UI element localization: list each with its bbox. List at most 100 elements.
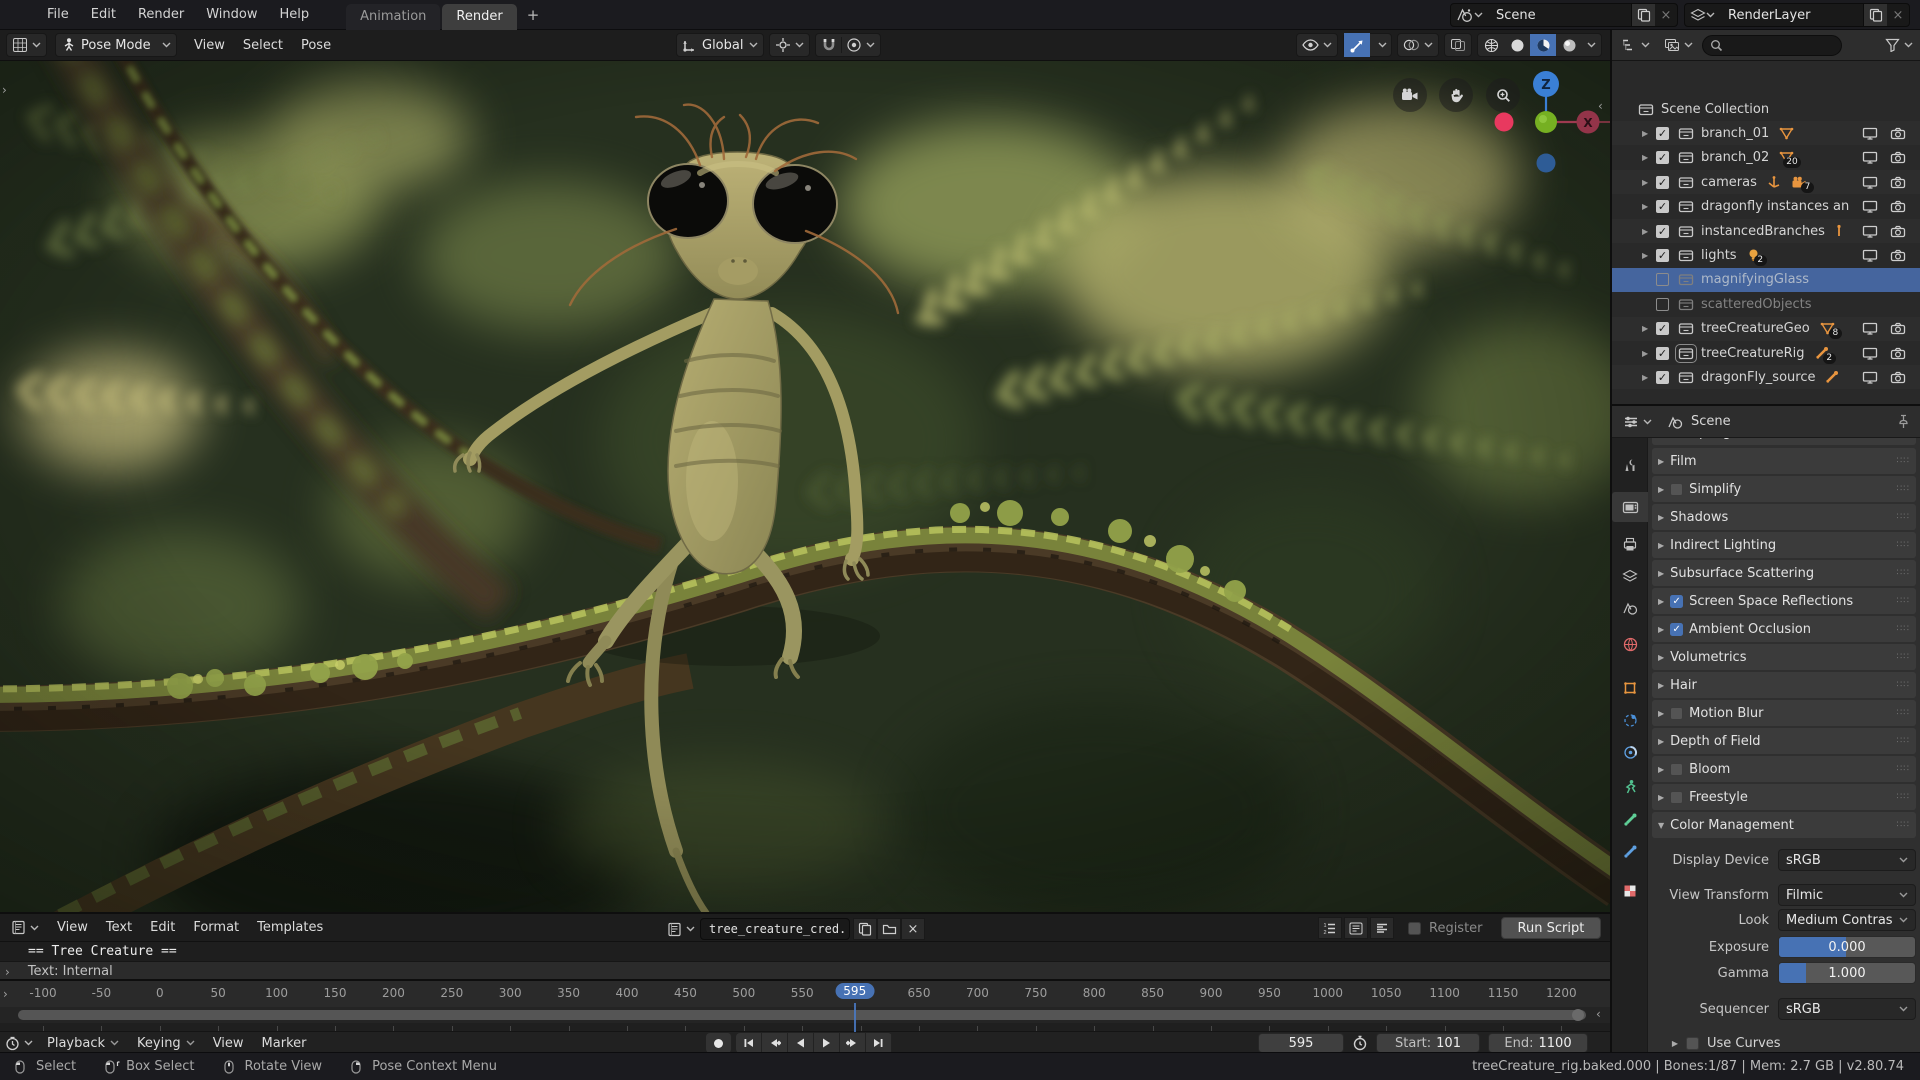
- panel-disclosure-icon[interactable]: ▶: [1658, 765, 1664, 774]
- panel-disclosure-icon[interactable]: ▶: [1658, 541, 1664, 550]
- panel-drag-handle[interactable]: ∷∷: [1897, 764, 1910, 774]
- camera-restrict-icon[interactable]: [1890, 200, 1906, 213]
- 3d-viewport[interactable]: Z X › ‹: [0, 61, 1610, 912]
- panel-disclosure-icon[interactable]: ▼: [1658, 821, 1664, 830]
- scrollbar-collapse-arrow[interactable]: ‹: [1596, 1007, 1601, 1021]
- panel-volumetrics[interactable]: ▶Volumetrics∷∷: [1652, 644, 1916, 670]
- outliner-item-name[interactable]: instancedBranches: [1701, 224, 1825, 239]
- outliner-row-lights[interactable]: ▶✓lights2: [1612, 243, 1920, 267]
- camera-restrict-icon[interactable]: [1890, 176, 1906, 189]
- collection-checkbox[interactable]: ✓: [1656, 225, 1669, 238]
- pan-view-button[interactable]: [1439, 78, 1473, 112]
- sidebar-expand-arrow[interactable]: ‹: [1598, 99, 1603, 113]
- panel-drag-handle[interactable]: ∷∷: [1897, 456, 1910, 466]
- next-key-button[interactable]: [840, 1033, 866, 1053]
- text-menu-text[interactable]: Text: [97, 914, 141, 941]
- timeline-menu-playback[interactable]: Playback: [38, 1032, 128, 1054]
- outliner-root-row[interactable]: Scene Collection: [1612, 97, 1920, 121]
- properties-tab-object[interactable]: [1612, 673, 1648, 703]
- timeline-tickstrip[interactable]: [0, 1023, 1610, 1032]
- collection-checkbox[interactable]: ✓: [1656, 371, 1669, 384]
- register-checkbox[interactable]: [1408, 922, 1421, 935]
- viewport-menu-pose[interactable]: Pose: [292, 30, 340, 60]
- sequencer-select[interactable]: sRGB: [1778, 998, 1916, 1020]
- panel-drag-handle[interactable]: ∷∷: [1897, 680, 1910, 690]
- text-datablock-field[interactable]: tree_creature_cred..: [700, 918, 850, 940]
- renderlayer-icon[interactable]: [1685, 4, 1720, 26]
- visibility-dropdown[interactable]: [1296, 33, 1338, 57]
- workspace-tab-animation[interactable]: Animation: [346, 4, 440, 30]
- axis-gizmo[interactable]: Z X: [1482, 63, 1610, 183]
- outliner-item-name[interactable]: scatteredObjects: [1701, 297, 1812, 312]
- disclosure-arrow-icon[interactable]: ▶: [1642, 178, 1656, 187]
- viewport-menu-view[interactable]: View: [185, 30, 234, 60]
- panel-disclosure-icon[interactable]: ▶: [1658, 709, 1664, 718]
- panel-disclosure-icon[interactable]: ▶: [1658, 513, 1664, 522]
- topbar-menu-file[interactable]: File: [36, 0, 80, 30]
- end-frame-field[interactable]: End:1100: [1488, 1033, 1588, 1053]
- camera-restrict-icon[interactable]: [1890, 322, 1906, 335]
- text-open-button[interactable]: [877, 918, 901, 940]
- properties-editor-type-button[interactable]: [1618, 410, 1657, 434]
- monitor-icon[interactable]: [1862, 200, 1878, 213]
- play-reverse-button[interactable]: [788, 1033, 814, 1053]
- timeline-menu-marker[interactable]: Marker: [253, 1032, 316, 1054]
- panel-drag-handle[interactable]: ∷∷: [1897, 512, 1910, 522]
- collection-checkbox[interactable]: ✓: [1656, 347, 1669, 360]
- outliner-row-dragonfly-source[interactable]: ▶✓dragonFly_source: [1612, 365, 1920, 389]
- camera-restrict-icon[interactable]: [1890, 371, 1906, 384]
- disclosure-arrow-icon[interactable]: ▶: [1642, 202, 1656, 211]
- timeline-ruler[interactable]: › -100-500501001502002503003504004505005…: [0, 981, 1610, 1007]
- gizmo-group[interactable]: [1343, 33, 1392, 57]
- panel-drag-handle[interactable]: ∷∷: [1897, 484, 1910, 494]
- panel-bloom[interactable]: ▶Bloom∷∷: [1652, 756, 1916, 782]
- exposure-slider[interactable]: 0.000: [1778, 936, 1916, 958]
- text-datablock-icon-button[interactable]: [662, 917, 700, 941]
- outliner-row-branch-02[interactable]: ▶✓branch_0220: [1612, 146, 1920, 170]
- panel-drag-handle[interactable]: ∷∷: [1897, 624, 1910, 634]
- panel-checkbox[interactable]: ✓: [1670, 623, 1683, 636]
- timeline-menu-keying[interactable]: Keying: [128, 1032, 204, 1054]
- outliner-row-branch-01[interactable]: ▶✓branch_01: [1612, 121, 1920, 145]
- text-unlink-button[interactable]: ×: [901, 918, 925, 940]
- collection-checkbox[interactable]: [1656, 273, 1669, 286]
- outliner-row-scatteredobjects[interactable]: scatteredObjects: [1612, 292, 1920, 316]
- toolbar-expand-arrow[interactable]: ›: [2, 83, 7, 97]
- viewport-editor-type-button[interactable]: [6, 33, 47, 57]
- collection-checkbox[interactable]: ✓: [1656, 249, 1669, 262]
- disclosure-arrow-icon[interactable]: ▶: [1642, 251, 1656, 260]
- add-workspace-button[interactable]: +: [519, 6, 548, 24]
- monitor-icon[interactable]: [1862, 249, 1878, 262]
- timeline-scrollbar[interactable]: ‹: [0, 1007, 1610, 1023]
- snap-proportional-group[interactable]: [815, 33, 881, 57]
- text-menu-format[interactable]: Format: [184, 914, 248, 941]
- panel-ambient-occlusion[interactable]: ▶✓Ambient Occlusion∷∷: [1652, 616, 1916, 642]
- outliner-item-name[interactable]: treeCreatureGeo: [1701, 321, 1810, 336]
- panel-drag-handle[interactable]: ∷∷: [1897, 820, 1910, 830]
- shading-rendered-icon[interactable]: [1556, 33, 1582, 57]
- panel-drag-handle[interactable]: ∷∷: [1897, 708, 1910, 718]
- disclosure-arrow-icon[interactable]: ▶: [1642, 373, 1656, 382]
- outliner-item-name[interactable]: treeCreatureRig: [1701, 346, 1805, 361]
- clipped-panel[interactable]: ▶ Sampling: [1652, 438, 1916, 445]
- viewport-menu-select[interactable]: Select: [234, 30, 292, 60]
- panel-screen-space-reflections[interactable]: ▶✓Screen Space Reflections∷∷: [1652, 588, 1916, 614]
- properties-tab-bone-constraint[interactable]: [1612, 836, 1648, 866]
- camera-restrict-icon[interactable]: [1890, 151, 1906, 164]
- timeline-menu-view[interactable]: View: [204, 1032, 253, 1054]
- outliner-item-name[interactable]: magnifyingGlass: [1701, 272, 1809, 287]
- topbar-menu-help[interactable]: Help: [269, 0, 321, 30]
- panel-simplify[interactable]: ▶Simplify∷∷: [1652, 476, 1916, 502]
- look-select[interactable]: Medium Contras: [1778, 909, 1916, 931]
- text-menu-view[interactable]: View: [48, 914, 97, 941]
- collection-checkbox[interactable]: ✓: [1656, 322, 1669, 335]
- panel-color-management[interactable]: ▼Color Management∷∷: [1652, 812, 1916, 838]
- prev-key-button[interactable]: [762, 1033, 788, 1053]
- overlays-dropdown[interactable]: [1397, 33, 1439, 57]
- timeline-expand-arrow[interactable]: ›: [3, 987, 8, 1001]
- properties-tab-constraints[interactable]: [1612, 737, 1648, 767]
- pin-icon[interactable]: [1897, 414, 1910, 429]
- panel-drag-handle[interactable]: ∷∷: [1897, 652, 1910, 662]
- topbar-menu-window[interactable]: Window: [195, 0, 268, 30]
- camera-restrict-icon[interactable]: [1890, 347, 1906, 360]
